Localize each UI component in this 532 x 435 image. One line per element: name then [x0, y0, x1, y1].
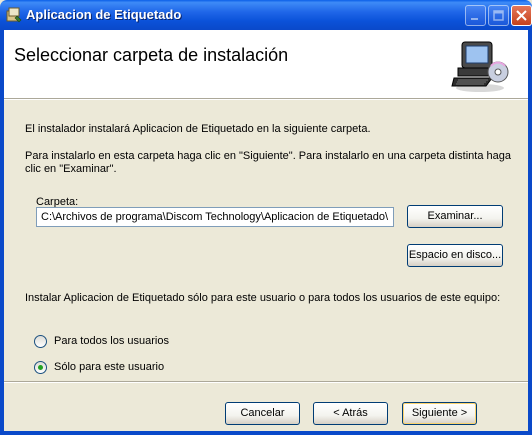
browse-button[interactable]: Examinar...: [407, 205, 503, 228]
radio-button-this-user[interactable]: [34, 361, 47, 374]
installer-app-icon: [6, 7, 22, 23]
close-button[interactable]: [511, 5, 532, 26]
cancel-button[interactable]: Cancelar: [225, 402, 300, 425]
maximize-icon: [493, 10, 504, 21]
intro-text: El instalador instalará Aplicacion de Et…: [25, 123, 371, 135]
next-button[interactable]: Siguiente >: [402, 402, 477, 425]
back-button[interactable]: < Atrás: [313, 402, 388, 425]
folder-path-input[interactable]: C:\Archivos de programa\Discom Technolog…: [36, 207, 394, 227]
header-banner: Seleccionar carpeta de instalación: [4, 30, 528, 99]
maximize-button[interactable]: [488, 5, 509, 26]
dialog-client-area: Seleccionar carpeta de instalación El in…: [4, 30, 528, 431]
radio-button-all-users[interactable]: [34, 335, 47, 348]
instructions-text: Para instalarlo en esta carpeta haga cli…: [25, 150, 512, 175]
minimize-button[interactable]: [465, 5, 486, 26]
close-icon: [516, 10, 527, 21]
page-title: Seleccionar carpeta de instalación: [14, 45, 289, 65]
title-bar[interactable]: Aplicacion de Etiquetado: [0, 0, 532, 30]
minimize-icon: [471, 18, 478, 20]
install-scope-question: Instalar Aplicacion de Etiquetado sólo p…: [25, 292, 501, 304]
radio-label-all-users: Para todos los usuarios: [54, 335, 169, 347]
window-title: Aplicacion de Etiquetado: [26, 7, 182, 22]
radio-label-this-user: Sólo para este usuario: [54, 361, 165, 373]
radio-selected-dot: [38, 365, 43, 370]
computer-with-cd-icon: [451, 41, 509, 92]
disk-space-button[interactable]: Espacio en disco...: [407, 244, 503, 267]
